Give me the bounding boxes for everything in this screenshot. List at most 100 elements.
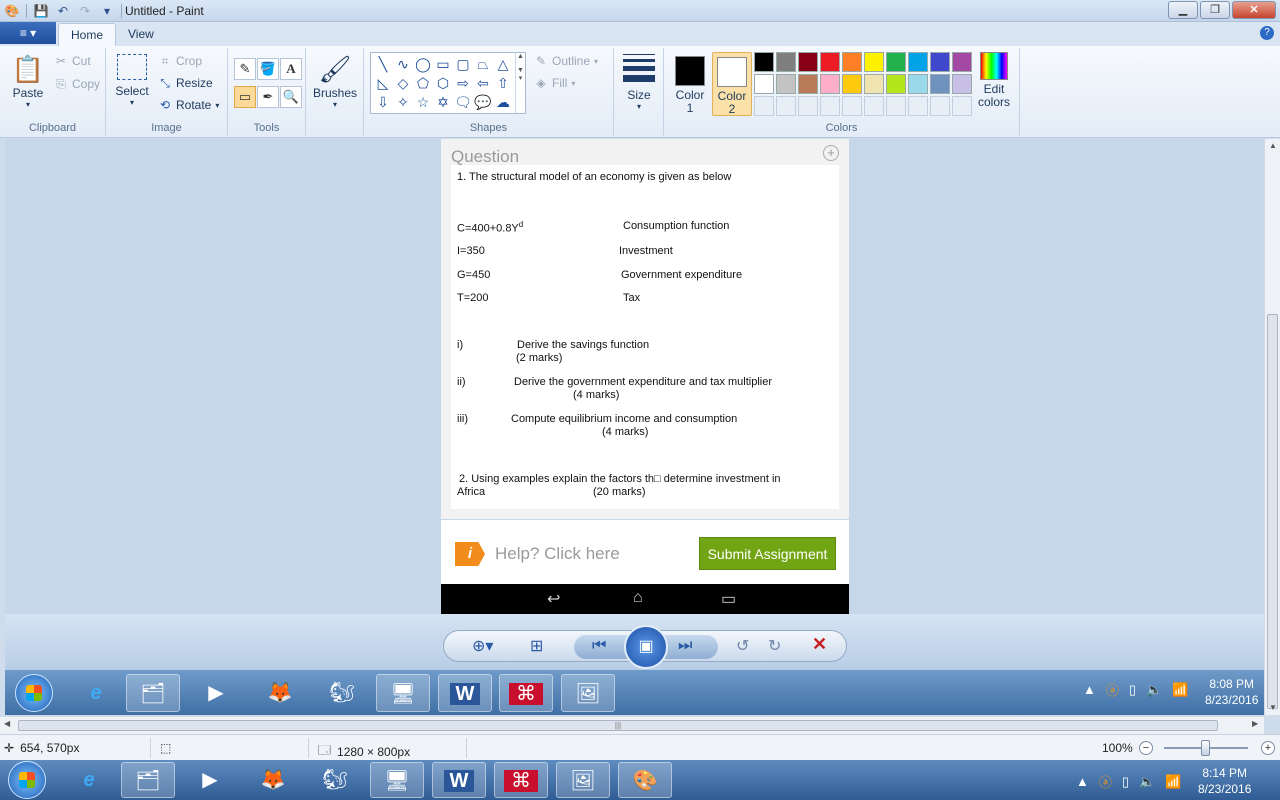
palette-swatch[interactable] <box>908 74 928 94</box>
rectangle-shape-icon[interactable]: ▭ <box>433 55 453 74</box>
show-hidden-icons[interactable]: ▲ <box>1076 774 1089 789</box>
word-icon[interactable]: W <box>432 762 486 798</box>
palette-swatch[interactable] <box>952 52 972 72</box>
palette-swatch[interactable] <box>864 74 884 94</box>
rotate-right-icon[interactable]: ↻ <box>768 636 781 656</box>
battery-icon[interactable]: ▯ <box>1122 774 1129 790</box>
volume-icon[interactable]: 🔈 <box>1146 682 1162 698</box>
shapes-gallery[interactable]: ╲ ∿ ◯ ▭ ▢ ⏢ △ ◺ ◇ ⬠ ⬡ ⇨ ⇦ ⇧ ⇩ ✧ ☆ ✡ 🗨 💬 <box>370 52 526 114</box>
zoom-out-button[interactable]: − <box>1139 741 1153 755</box>
custom-color-slot[interactable] <box>952 96 972 116</box>
file-menu-button[interactable]: ≡ ▾ <box>0 22 56 44</box>
rotate-button[interactable]: ⟲ Rotate ▾ <box>158 98 219 112</box>
custom-color-slot[interactable] <box>864 96 884 116</box>
uc-browser-icon[interactable]: 🐿 <box>315 674 369 712</box>
uc-browser-icon[interactable]: 🐿 <box>308 762 362 798</box>
palette-swatch[interactable] <box>842 74 862 94</box>
actual-size-icon[interactable]: ⊞ <box>530 636 543 656</box>
oval-callout-shape-icon[interactable]: 💬 <box>473 93 493 112</box>
palette-swatch[interactable] <box>798 74 818 94</box>
paint-icon[interactable]: 🎨 <box>618 762 672 798</box>
restore-button[interactable]: ❐ <box>1200 1 1230 19</box>
inner-clock[interactable]: 8:08 PM 8/23/2016 <box>1205 676 1258 708</box>
color2-button[interactable]: Color 2 <box>712 52 752 116</box>
four-point-star-shape-icon[interactable]: ✧ <box>393 93 413 112</box>
palette-swatch[interactable] <box>776 74 796 94</box>
shapes-gallery-scroll[interactable]: ▲ ▼ ▾ <box>515 53 525 113</box>
zoom-slider-thumb[interactable] <box>1201 740 1210 756</box>
show-hidden-icons[interactable]: ▲ <box>1083 682 1096 697</box>
custom-color-slot[interactable] <box>798 96 818 116</box>
rect-callout-shape-icon[interactable]: 🗨 <box>453 93 473 112</box>
diamond-shape-icon[interactable]: ◇ <box>393 74 413 93</box>
line-shape-icon[interactable]: ╲ <box>373 55 393 74</box>
start-button[interactable] <box>8 761 46 799</box>
zoom-in-button[interactable]: + <box>1261 741 1275 755</box>
close-button[interactable]: ✕ <box>1232 1 1276 19</box>
rotate-left-icon[interactable]: ↺ <box>736 636 749 656</box>
tab-view[interactable]: View <box>116 23 166 46</box>
palette-swatch[interactable] <box>864 52 884 72</box>
firefox-icon[interactable]: 🦊 <box>253 674 307 712</box>
scroll-left-icon[interactable]: ◀ <box>4 719 10 728</box>
paint-app-icon[interactable]: 🎨 <box>4 3 20 19</box>
custom-color-slot[interactable] <box>908 96 928 116</box>
submit-assignment-button[interactable]: Submit Assignment <box>699 537 836 570</box>
home-icon[interactable]: ⌂ <box>633 589 643 607</box>
left-arrow-shape-icon[interactable]: ⇦ <box>473 74 493 93</box>
avast-icon[interactable]: ⓐ <box>1106 680 1119 699</box>
custom-color-slot[interactable] <box>820 96 840 116</box>
minimize-button[interactable]: ▁ <box>1168 1 1198 19</box>
vertical-scrollbar[interactable]: ▲ ▼ <box>1264 139 1280 715</box>
size-button[interactable]: Size ▾ <box>618 54 660 111</box>
magnifier-icon[interactable]: 🔍 <box>280 86 302 108</box>
polygon-shape-icon[interactable]: ⏢ <box>473 55 493 74</box>
palette-swatch[interactable] <box>886 74 906 94</box>
palette-swatch[interactable] <box>776 52 796 72</box>
outline-button[interactable]: ✎ Outline ▾ <box>534 54 598 68</box>
palette-swatch[interactable] <box>908 52 928 72</box>
select-button[interactable]: Select ▾ <box>112 54 152 107</box>
right-triangle-shape-icon[interactable]: ◺ <box>373 74 393 93</box>
network-icon[interactable]: 📶 <box>1172 682 1188 698</box>
battery-icon[interactable]: ▯ <box>1129 682 1136 698</box>
color1-button[interactable]: Color 1 <box>670 52 710 116</box>
media-player-icon[interactable]: ▶ <box>183 762 237 798</box>
six-point-star-shape-icon[interactable]: ✡ <box>433 93 453 112</box>
right-arrow-shape-icon[interactable]: ⇨ <box>453 74 473 93</box>
cut-button[interactable]: ✂ Cut <box>54 54 91 68</box>
triangle-shape-icon[interactable]: △ <box>493 55 513 74</box>
back-icon[interactable]: ↩ <box>547 589 560 609</box>
crop-button[interactable]: ⌗ Crop <box>158 54 202 68</box>
five-point-star-shape-icon[interactable]: ☆ <box>413 93 433 112</box>
acrobat-icon[interactable]: ⌘ <box>499 674 553 712</box>
tab-home[interactable]: Home <box>58 23 117 46</box>
custom-color-slot[interactable] <box>776 96 796 116</box>
redo-icon[interactable]: ↷ <box>77 3 93 19</box>
palette-swatch[interactable] <box>886 52 906 72</box>
pentagon-shape-icon[interactable]: ⬠ <box>413 74 433 93</box>
custom-color-slot[interactable] <box>842 96 862 116</box>
internet-explorer-icon[interactable]: e <box>62 762 116 798</box>
custom-color-slot[interactable] <box>754 96 774 116</box>
brushes-button[interactable]: 🖌 Brushes ▾ <box>312 52 358 109</box>
palette-swatch[interactable] <box>820 74 840 94</box>
custom-color-slot[interactable] <box>930 96 950 116</box>
palette-swatch[interactable] <box>754 52 774 72</box>
copy-button[interactable]: ⎘ Copy <box>54 77 100 91</box>
resize-button[interactable]: ⤡ Resize <box>158 76 213 90</box>
undo-icon[interactable]: ↶ <box>55 3 71 19</box>
hexagon-shape-icon[interactable]: ⬡ <box>433 74 453 93</box>
fill-button[interactable]: ◈ Fill ▾ <box>534 76 575 90</box>
volume-icon[interactable]: 🔈 <box>1139 774 1155 790</box>
help-icon[interactable]: ? <box>1260 26 1274 40</box>
control-panel-icon[interactable]: 🖥 <box>376 674 430 712</box>
custom-color-slot[interactable] <box>886 96 906 116</box>
firefox-icon[interactable]: 🦊 <box>246 762 300 798</box>
customize-icon[interactable]: ▾ <box>99 3 115 19</box>
photo-viewer-icon[interactable]: 🖼 <box>561 674 615 712</box>
color-picker-icon[interactable]: ✒ <box>257 86 279 108</box>
word-icon[interactable]: W <box>438 674 492 712</box>
help-link[interactable]: Help? Click here <box>495 544 620 564</box>
zoom-icon[interactable]: ⊕▾ <box>472 636 493 656</box>
